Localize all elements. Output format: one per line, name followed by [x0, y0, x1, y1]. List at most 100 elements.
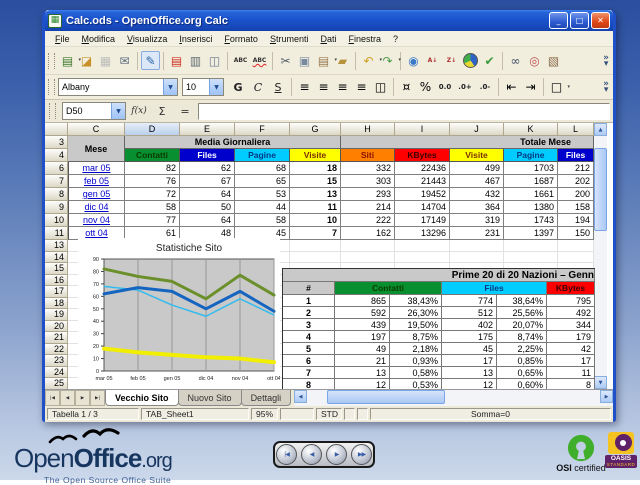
- data-cell[interactable]: 293: [341, 188, 395, 201]
- format-paintbrush-icon[interactable]: ▰: [333, 51, 352, 70]
- cell-header-visite[interactable]: Visite: [450, 149, 504, 162]
- status-page-style[interactable]: TAB_Sheet1: [141, 408, 249, 420]
- nations-data-cell[interactable]: 197: [335, 331, 390, 343]
- font-size-combo[interactable]: 10 ▼: [182, 78, 224, 96]
- row-header-11[interactable]: 11: [45, 227, 68, 240]
- add-decimal-button[interactable]: .0+: [455, 79, 475, 96]
- data-cell[interactable]: 68: [235, 162, 290, 175]
- chevron-down-icon[interactable]: ▼: [209, 79, 223, 95]
- data-cell[interactable]: 222: [341, 214, 395, 227]
- data-cell[interactable]: 319: [450, 214, 504, 227]
- nations-data-cell[interactable]: 402: [442, 319, 497, 331]
- status-selection-mode[interactable]: STD: [316, 408, 342, 420]
- column-header-J[interactable]: J: [450, 123, 504, 136]
- copy-icon[interactable]: ▣: [295, 51, 314, 70]
- formula-input[interactable]: [198, 103, 610, 120]
- empty-cell[interactable]: [504, 252, 558, 264]
- data-cell[interactable]: 58: [235, 214, 290, 227]
- delete-decimal-button[interactable]: .0-: [475, 79, 495, 96]
- data-cell[interactable]: 67: [180, 175, 235, 188]
- row-header-10[interactable]: 10: [45, 214, 68, 227]
- open-icon[interactable]: ◪: [77, 51, 96, 70]
- data-cell[interactable]: 158: [558, 201, 594, 214]
- empty-cell[interactable]: [395, 252, 450, 264]
- column-header-K[interactable]: K: [504, 123, 558, 136]
- scroll-right-icon[interactable]: ▶: [600, 390, 613, 403]
- prev-sheet-button[interactable]: ◀: [60, 390, 75, 406]
- row-header-23[interactable]: 23: [45, 355, 68, 367]
- minimize-button[interactable]: _: [549, 12, 568, 29]
- data-cell[interactable]: 44: [235, 201, 290, 214]
- data-cell[interactable]: 1703: [504, 162, 558, 175]
- align-center-button[interactable]: ≡: [314, 78, 333, 97]
- month-link[interactable]: feb 05: [84, 176, 109, 186]
- data-cell[interactable]: 82: [125, 162, 180, 175]
- month-link[interactable]: nov 04: [83, 215, 110, 225]
- data-cell[interactable]: 72: [125, 188, 180, 201]
- nations-data-cell[interactable]: 49: [335, 343, 390, 355]
- nations-data-cell[interactable]: 175: [442, 331, 497, 343]
- data-cell[interactable]: 364: [450, 201, 504, 214]
- nations-data-cell[interactable]: 17: [442, 355, 497, 367]
- cell-mese-header[interactable]: Mese: [68, 136, 125, 162]
- nations-data-cell[interactable]: 0,93%: [390, 355, 442, 367]
- row-header-21[interactable]: 21: [45, 332, 68, 344]
- vertical-scroll-track[interactable]: [594, 136, 607, 376]
- skip-back-button[interactable]: |◀: [276, 444, 297, 465]
- scroll-up-icon[interactable]: ▲: [594, 123, 607, 136]
- scroll-down-icon[interactable]: ▼: [594, 376, 607, 389]
- data-cell[interactable]: 13296: [395, 227, 450, 240]
- nations-rank-cell[interactable]: 3: [283, 319, 335, 331]
- row-header-6[interactable]: 6: [45, 162, 68, 175]
- nations-header-contatti[interactable]: Contatti: [335, 282, 442, 295]
- nations-rank-cell[interactable]: 4: [283, 331, 335, 343]
- month-link[interactable]: gen 05: [83, 189, 111, 199]
- nations-data-cell[interactable]: 344: [547, 319, 595, 331]
- underline-button[interactable]: S: [268, 79, 288, 96]
- draw-functions-icon[interactable]: ✔: [480, 51, 499, 70]
- nations-rank-cell[interactable]: 8: [283, 379, 335, 389]
- nations-data-cell[interactable]: 865: [335, 295, 390, 307]
- nations-data-cell[interactable]: 2,25%: [497, 343, 547, 355]
- month-link[interactable]: ott 04: [85, 228, 108, 238]
- data-cell[interactable]: 303: [341, 175, 395, 188]
- nations-data-cell[interactable]: 512: [442, 307, 497, 319]
- data-cell[interactable]: 1397: [504, 227, 558, 240]
- fast-forward-button[interactable]: ▶▶: [351, 444, 372, 465]
- vertical-scroll-thumb[interactable]: [594, 148, 607, 231]
- percent-format-button[interactable]: %: [416, 78, 435, 97]
- empty-cell[interactable]: [341, 240, 395, 252]
- row-header-9[interactable]: 9: [45, 201, 68, 214]
- nations-data-cell[interactable]: 19,50%: [390, 319, 442, 331]
- column-header-G[interactable]: G: [290, 123, 341, 136]
- export-pdf-icon[interactable]: ▤: [167, 51, 186, 70]
- data-cell[interactable]: 77: [125, 214, 180, 227]
- cell-media-giornaliera-header[interactable]: Media Giornaliera: [125, 136, 341, 149]
- nations-data-cell[interactable]: 38,43%: [390, 295, 442, 307]
- menu-item-strumenti[interactable]: Strumenti: [264, 34, 315, 44]
- nations-data-cell[interactable]: 20,07%: [497, 319, 547, 331]
- nations-data-cell[interactable]: 0,85%: [497, 355, 547, 367]
- row-header-17[interactable]: 17: [45, 286, 68, 298]
- data-cell[interactable]: 58: [125, 201, 180, 214]
- status-zoom[interactable]: 95%: [251, 408, 278, 420]
- corner-cell[interactable]: [45, 123, 68, 136]
- toolbar-more-button[interactable]: »▾: [603, 81, 611, 93]
- chevron-down-icon[interactable]: ▼: [111, 103, 125, 119]
- data-cell[interactable]: 212: [558, 162, 594, 175]
- sum-button[interactable]: Σ: [152, 103, 172, 120]
- nations-rank-cell[interactable]: 2: [283, 307, 335, 319]
- menu-item-visualizza[interactable]: Visualizza: [121, 34, 173, 44]
- cell-header-files[interactable]: Files: [558, 149, 594, 162]
- data-cell[interactable]: 14704: [395, 201, 450, 214]
- gallery-icon[interactable]: ▧: [544, 51, 563, 70]
- row-header-4[interactable]: 4: [45, 149, 68, 162]
- data-cell[interactable]: 64: [180, 188, 235, 201]
- title-bar[interactable]: ▦ Calc.ods - OpenOffice.org Calc _ □ ✕: [45, 10, 613, 31]
- nations-data-cell[interactable]: 492: [547, 307, 595, 319]
- menu-item-dati[interactable]: Dati: [314, 34, 342, 44]
- data-cell[interactable]: 17149: [395, 214, 450, 227]
- data-cell[interactable]: 64: [180, 214, 235, 227]
- nations-data-cell[interactable]: 0,65%: [497, 367, 547, 379]
- new-document-icon[interactable]: ▤▾: [58, 51, 77, 70]
